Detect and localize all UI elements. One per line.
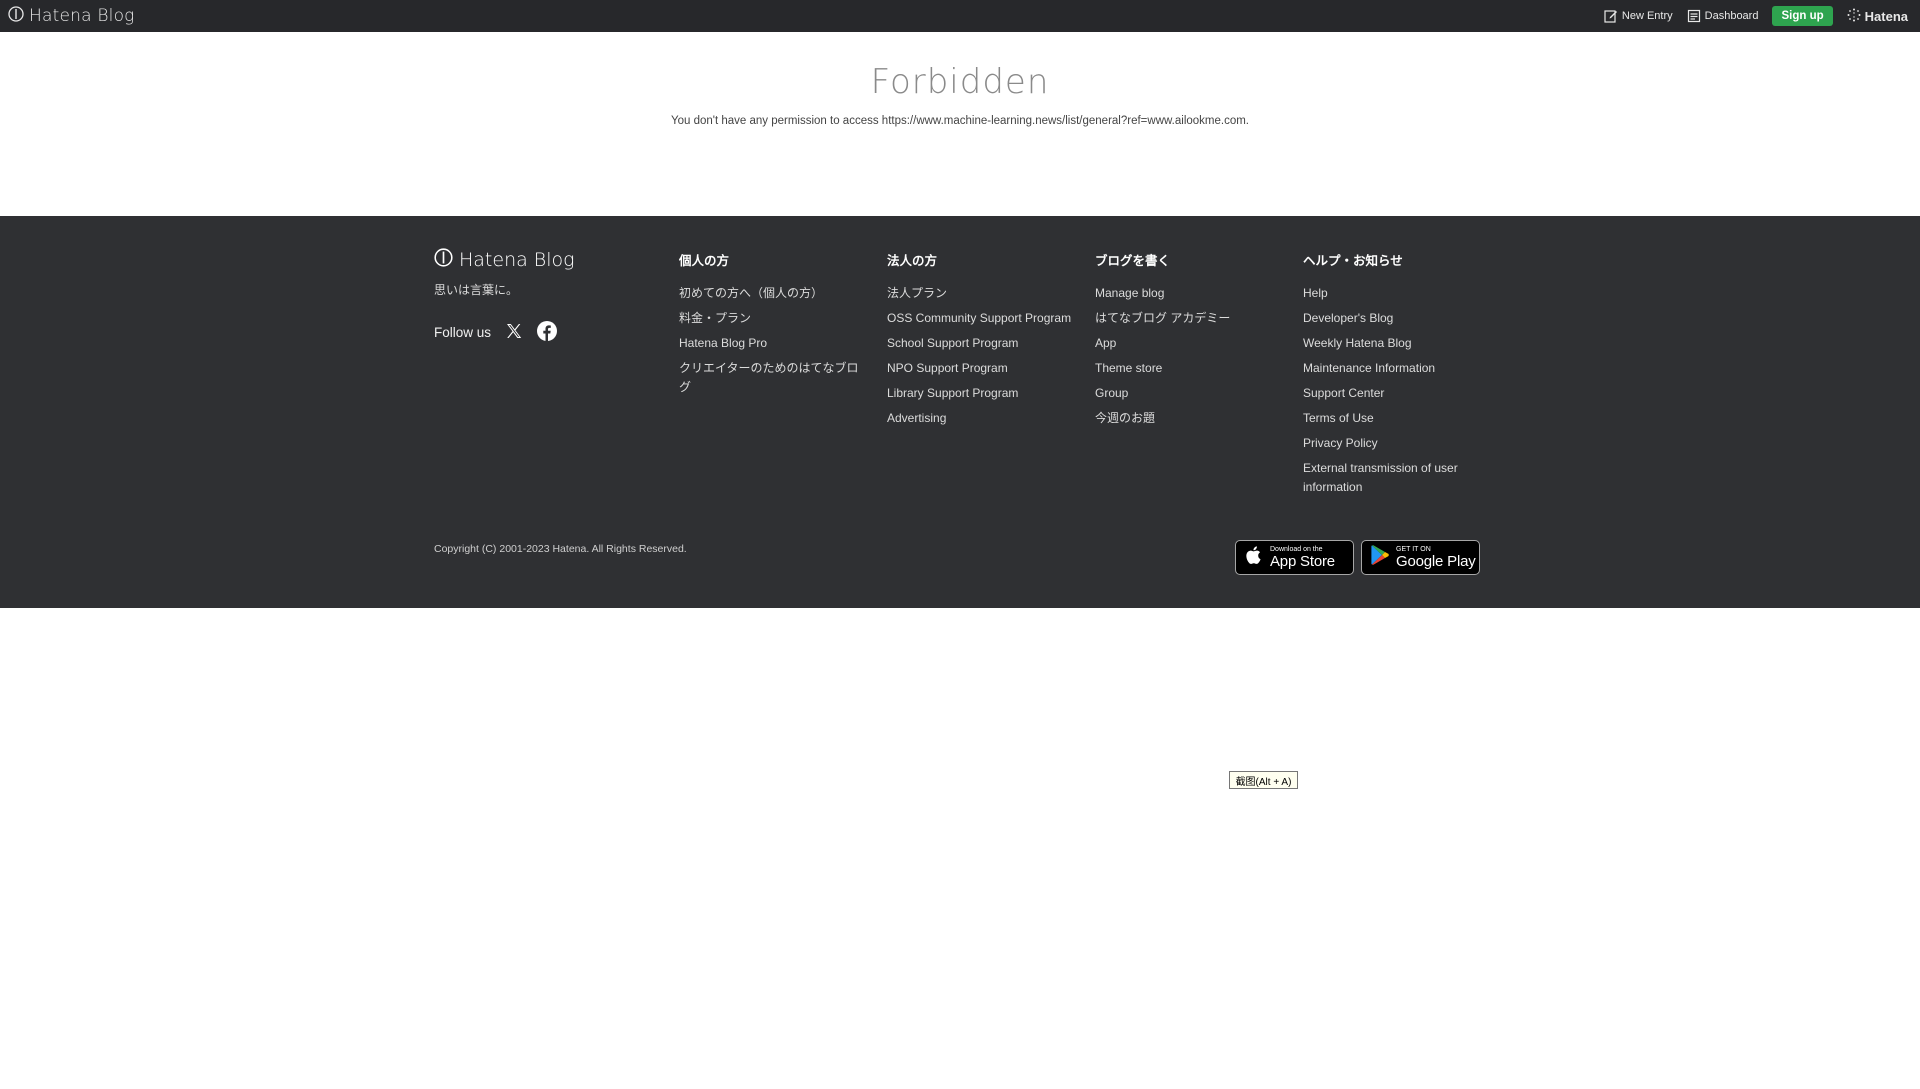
google-play-badge[interactable]: GET IT ON Google Play (1361, 540, 1480, 575)
new-entry-label: New Entry (1621, 10, 1673, 22)
footer-link[interactable]: OSS Community Support Program (887, 309, 1077, 328)
edit-icon (1604, 9, 1618, 23)
site-footer: Hatena Blog 思いは言葉に。 Follow us 個人の方 初めての方… (0, 216, 1920, 608)
hatena-blog-logo-icon (434, 248, 453, 272)
footer-link[interactable]: Privacy Policy (1303, 434, 1468, 453)
column-title: 法人の方 (887, 254, 938, 268)
x-icon (505, 322, 523, 343)
app-store-big-text: App Store (1270, 553, 1335, 570)
footer-link[interactable]: External transmission of user informatio… (1303, 459, 1468, 497)
column-title: 個人の方 (679, 254, 730, 268)
footer-tagline: 思いは言葉に。 (434, 283, 519, 297)
footer-link[interactable]: Terms of Use (1303, 409, 1468, 428)
footer-link[interactable]: Weekly Hatena Blog (1303, 334, 1468, 353)
footer-link[interactable]: NPO Support Program (887, 359, 1077, 378)
google-play-big-text: Google Play (1396, 553, 1476, 570)
footer-hatena-blog-logo[interactable]: Hatena Blog (434, 248, 664, 272)
footer-link[interactable]: クリエイターのためのはてなブログ (679, 359, 859, 397)
hatena-sparkle-icon (1847, 8, 1861, 25)
app-store-badge[interactable]: Download on the App Store (1235, 540, 1354, 575)
footer-link[interactable]: Library Support Program (887, 384, 1077, 403)
hatena-label: Hatena (1864, 8, 1908, 24)
topbar-actions: New Entry Dashboard Sign up Hatena (1604, 0, 1908, 32)
footer-link[interactable]: Manage blog (1095, 284, 1285, 303)
footer-link[interactable]: Maintenance Information (1303, 359, 1468, 378)
footer-column-write-blog: ブログを書く Manage blog はてなブログ アカデミー App Them… (1095, 250, 1285, 434)
footer-link[interactable]: Hatena Blog Pro (679, 334, 859, 353)
google-play-small-text: GET IT ON (1396, 546, 1431, 553)
facebook-icon (537, 321, 558, 344)
top-navigation-bar: Hatena Blog New Entry Dashboard Sign up … (0, 0, 1920, 32)
new-entry-link[interactable]: New Entry (1604, 9, 1673, 23)
footer-column-help: ヘルプ・お知らせ Help Developer's Blog Weekly Ha… (1303, 250, 1468, 503)
x-twitter-link[interactable] (505, 322, 523, 343)
hatena-link[interactable]: Hatena (1847, 8, 1908, 25)
footer-link[interactable]: 今週のお題 (1095, 409, 1285, 428)
app-store-small-text: Download on the (1270, 546, 1323, 553)
copyright-text: Copyright (C) 2001-2023 Hatena. All Righ… (434, 543, 687, 555)
error-title: Forbidden (870, 62, 1050, 102)
column-title: ヘルプ・お知らせ (1303, 254, 1403, 268)
footer-link[interactable]: 料金・プラン (679, 309, 859, 328)
footer-column-personal: 個人の方 初めての方へ（個人の方） 料金・プラン Hatena Blog Pro… (679, 250, 859, 403)
apple-icon (1244, 544, 1264, 571)
dashboard-icon (1687, 9, 1701, 23)
footer-link[interactable]: Support Center (1303, 384, 1468, 403)
follow-us-label: Follow us (434, 325, 492, 340)
footer-link[interactable]: はてなブログ アカデミー (1095, 309, 1285, 328)
footer-link[interactable]: Theme store (1095, 359, 1285, 378)
follow-us: Follow us (434, 321, 664, 344)
footer-column-business: 法人の方 法人プラン OSS Community Support Program… (887, 250, 1077, 434)
error-message: You don't have any permission to access … (670, 115, 1249, 127)
footer-link[interactable]: 法人プラン (887, 284, 1077, 303)
footer-logo-text: Hatena Blog (459, 249, 575, 271)
facebook-link[interactable] (537, 321, 558, 344)
logo-text: Hatena Blog (29, 6, 135, 26)
footer-link[interactable]: Developer's Blog (1303, 309, 1468, 328)
sign-up-button[interactable]: Sign up (1772, 6, 1833, 26)
footer-brand: Hatena Blog 思いは言葉に。 Follow us (434, 248, 664, 344)
error-content: Forbidden You don't have any permission … (0, 32, 1920, 216)
dashboard-link[interactable]: Dashboard (1687, 9, 1759, 23)
footer-link[interactable]: Help (1303, 284, 1468, 303)
footer-link[interactable]: 初めての方へ（個人の方） (679, 284, 859, 303)
hatena-blog-logo[interactable]: Hatena Blog (8, 5, 135, 27)
screenshot-tooltip: 截图(Alt + A) (1229, 771, 1298, 789)
column-title: ブログを書く (1095, 254, 1171, 268)
footer-link[interactable]: App (1095, 334, 1285, 353)
google-play-icon (1370, 544, 1390, 571)
hatena-blog-logo-icon (8, 5, 24, 27)
footer-link[interactable]: Advertising (887, 409, 1077, 428)
footer-link[interactable]: Group (1095, 384, 1285, 403)
dashboard-label: Dashboard (1704, 10, 1759, 22)
footer-link[interactable]: School Support Program (887, 334, 1077, 353)
